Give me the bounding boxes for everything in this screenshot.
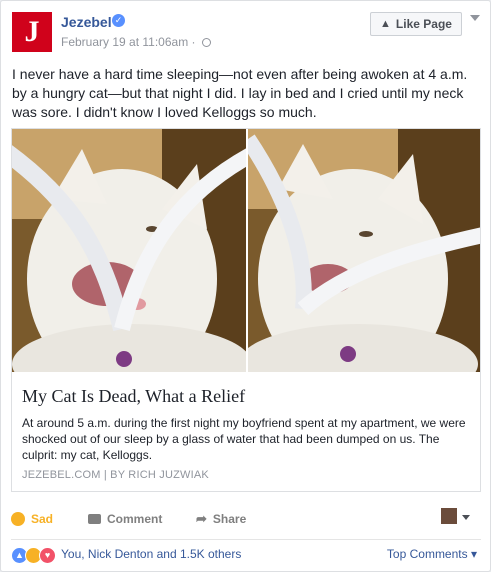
- page-name-link[interactable]: Jezebel: [61, 14, 112, 30]
- sad-reaction-button[interactable]: Sad: [11, 506, 53, 532]
- reaction-summary-link[interactable]: You, Nick Denton and 1.5K others: [61, 547, 241, 561]
- page-avatar[interactable]: J: [12, 12, 52, 52]
- like-page-label: Like Page: [395, 17, 452, 31]
- thumbs-up-icon: ▲: [380, 18, 391, 30]
- comment-icon: [88, 514, 101, 524]
- caret-down-icon: ▾: [470, 547, 477, 561]
- sad-label: Sad: [31, 512, 54, 526]
- cat-photo-right: [248, 129, 480, 372]
- share-arrow-icon: ➦: [196, 511, 207, 526]
- love-reaction-icon: ♥: [39, 547, 56, 564]
- chevron-down-icon[interactable]: [462, 515, 470, 520]
- comment-button[interactable]: Comment: [88, 506, 162, 532]
- share-button[interactable]: ➦ Share: [196, 506, 246, 532]
- verified-badge-icon: ✓: [112, 14, 125, 27]
- divider: [11, 539, 481, 540]
- link-preview-card[interactable]: My Cat Is Dead, What a Relief At around …: [11, 128, 481, 492]
- post-meta: February 19 at 11:06am ·: [61, 35, 211, 49]
- post-timestamp[interactable]: February 19 at 11:06am: [61, 35, 188, 49]
- share-label: Share: [212, 512, 247, 526]
- top-comments-label: Top Comments: [386, 547, 468, 561]
- link-description: At around 5 a.m. during the first night …: [22, 416, 466, 462]
- viewer-avatar[interactable]: [441, 508, 457, 524]
- link-preview-image[interactable]: [12, 129, 480, 372]
- meta-separator: ·: [191, 35, 199, 49]
- cat-photo-left: [12, 129, 246, 372]
- top-comments-dropdown[interactable]: Top Comments ▾: [387, 547, 477, 561]
- link-title[interactable]: My Cat Is Dead, What a Relief: [22, 386, 245, 407]
- post-card: J Jezebel ✓ February 19 at 11:06am · ▲ L…: [0, 0, 491, 572]
- reactions-bar: ▲ ♥ You, Nick Denton and 1.5K others Top…: [11, 546, 481, 564]
- reaction-icons[interactable]: ▲ ♥: [11, 547, 56, 564]
- globe-icon[interactable]: [201, 38, 211, 47]
- action-bar: Sad Comment ➦ Share: [11, 506, 481, 532]
- post-options-chevron-icon[interactable]: [470, 15, 480, 21]
- comment-label: Comment: [107, 512, 163, 526]
- link-source: JEZEBEL.COM | BY RICH JUZWIAK: [22, 469, 209, 481]
- post-text: I never have a hard time sleeping—not ev…: [12, 66, 468, 120]
- like-page-button[interactable]: ▲ Like Page: [370, 12, 462, 36]
- avatar-letter: J: [24, 15, 40, 48]
- sad-emoji-icon: [11, 512, 25, 526]
